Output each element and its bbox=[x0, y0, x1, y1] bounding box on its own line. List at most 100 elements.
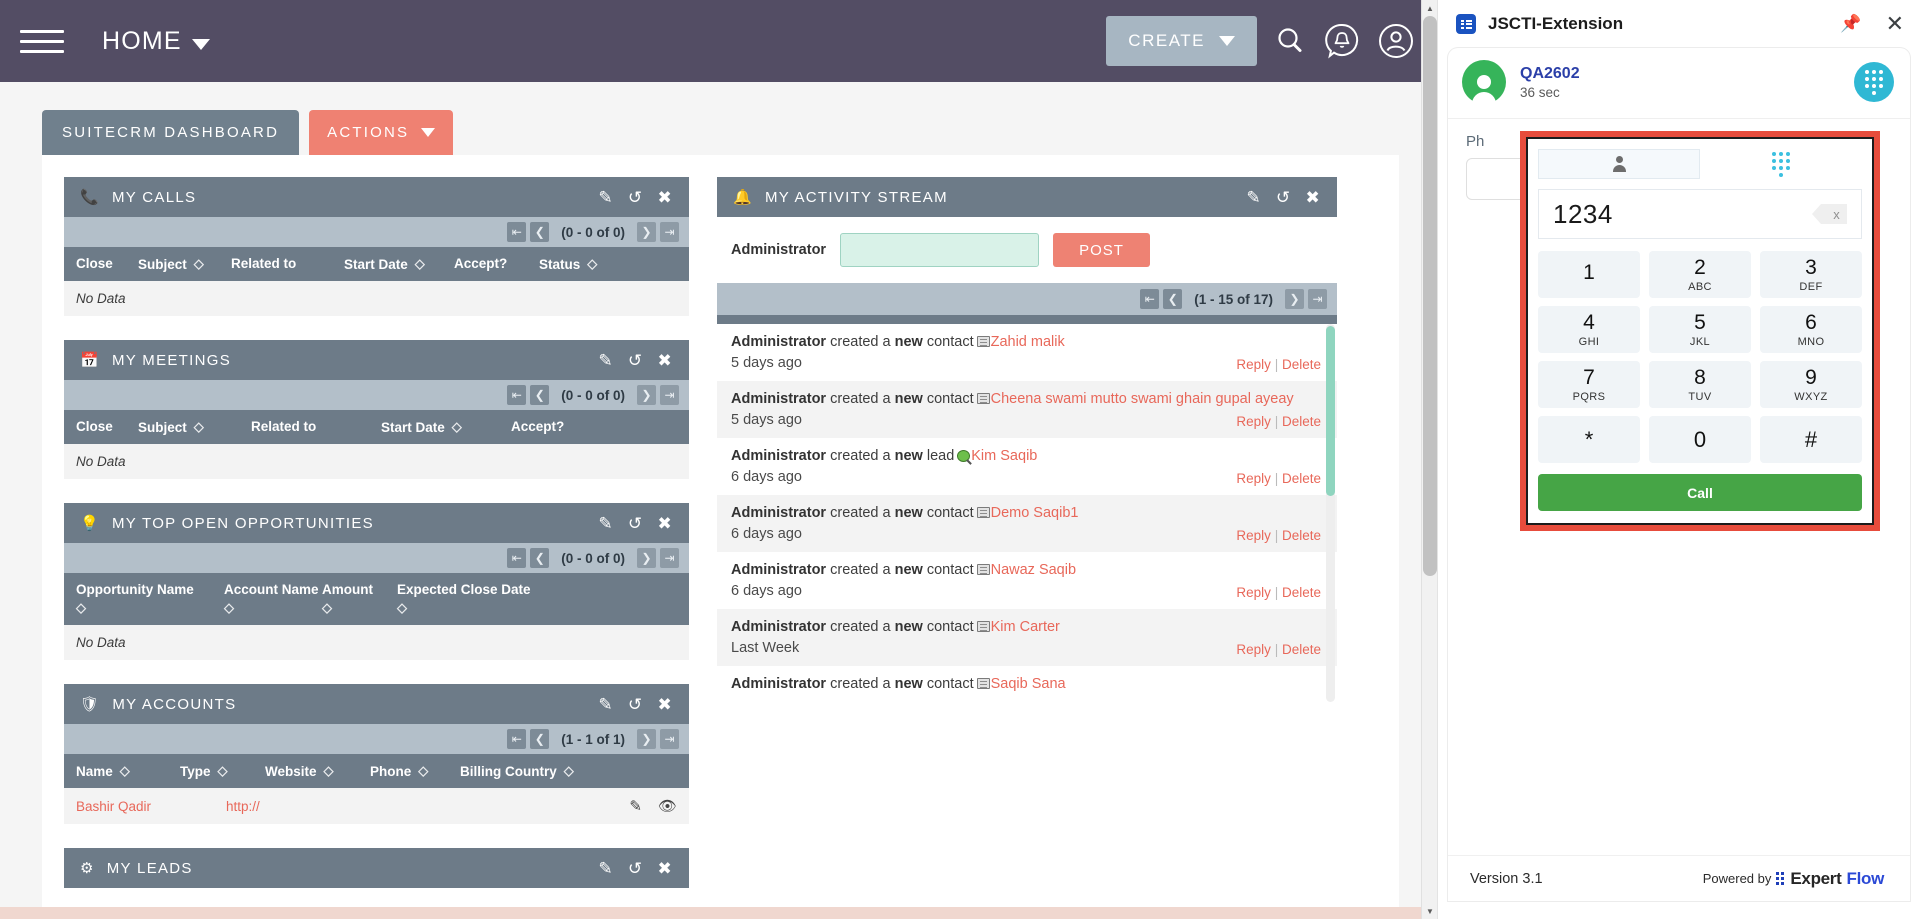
pager-prev-button[interactable]: ❮ bbox=[530, 385, 549, 405]
activity-record-link[interactable]: Kim Saqib bbox=[971, 448, 1037, 464]
scroll-down-arrow[interactable]: ▼ bbox=[1422, 903, 1437, 919]
dialpad-key-hash[interactable]: # bbox=[1760, 416, 1862, 463]
sort-icon[interactable]: ◇ bbox=[218, 763, 228, 779]
delete-link[interactable]: Delete bbox=[1282, 642, 1321, 657]
close-icon[interactable]: ✖ bbox=[657, 189, 673, 206]
pager-last-button[interactable]: ⇥ bbox=[660, 548, 679, 568]
pager-first-button[interactable]: ⇤ bbox=[507, 548, 526, 568]
pin-icon[interactable]: 📌 bbox=[1840, 14, 1861, 34]
pager-next-button[interactable]: ❯ bbox=[637, 548, 656, 568]
activity-record-link[interactable]: Saqib Sana bbox=[991, 676, 1066, 692]
dialpad-key-1[interactable]: 1 bbox=[1538, 251, 1640, 298]
pager-prev-button[interactable]: ❮ bbox=[530, 729, 549, 749]
reply-link[interactable]: Reply bbox=[1236, 642, 1271, 657]
pager-last-button[interactable]: ⇥ bbox=[660, 385, 679, 405]
scroll-up-arrow[interactable]: ▲ bbox=[1422, 0, 1437, 16]
pager-prev-button[interactable]: ❮ bbox=[1163, 289, 1182, 309]
pager-next-button[interactable]: ❯ bbox=[637, 385, 656, 405]
backspace-icon[interactable]: x bbox=[1817, 203, 1847, 225]
edit-icon[interactable]: ✎ bbox=[598, 515, 614, 532]
pager-first-button[interactable]: ⇤ bbox=[1140, 289, 1159, 309]
reply-link[interactable]: Reply bbox=[1236, 471, 1271, 486]
pager-first-button[interactable]: ⇤ bbox=[507, 729, 526, 749]
create-button[interactable]: CREATE bbox=[1106, 16, 1257, 66]
dialpad-key-9[interactable]: 9 WXYZ bbox=[1760, 361, 1862, 408]
module-menu-home[interactable]: HOME bbox=[102, 27, 210, 56]
close-icon[interactable]: ✖ bbox=[1305, 189, 1321, 206]
sort-icon[interactable]: ◇ bbox=[397, 600, 407, 616]
post-button[interactable]: POST bbox=[1053, 233, 1150, 267]
pager-last-button[interactable]: ⇥ bbox=[660, 222, 679, 242]
call-button[interactable]: Call bbox=[1538, 474, 1862, 511]
notification-bell-icon[interactable] bbox=[1323, 22, 1361, 60]
dialpad-key-4[interactable]: 4 GHI bbox=[1538, 306, 1640, 353]
caller-name[interactable]: QA2602 bbox=[1520, 65, 1840, 83]
sort-icon[interactable]: ◇ bbox=[224, 600, 322, 616]
activity-record-link[interactable]: Zahid malik bbox=[991, 334, 1065, 350]
scrollbar-thumb[interactable] bbox=[1423, 16, 1437, 576]
account-name-link[interactable]: Bashir Qadir bbox=[76, 799, 151, 814]
close-icon[interactable]: ✖ bbox=[657, 352, 673, 369]
column-header[interactable]: Amount bbox=[322, 582, 397, 597]
edit-icon[interactable]: ✎ bbox=[598, 189, 614, 206]
reply-link[interactable]: Reply bbox=[1236, 585, 1271, 600]
column-header[interactable]: Expected Close Date bbox=[397, 582, 531, 597]
tab-actions[interactable]: ACTIONS bbox=[309, 110, 453, 155]
sort-icon[interactable]: ◇ bbox=[194, 256, 204, 272]
edit-icon[interactable]: ✎ bbox=[598, 860, 614, 877]
edit-icon[interactable]: ✎ bbox=[598, 352, 614, 369]
activity-record-link[interactable]: Kim Carter bbox=[991, 619, 1060, 635]
activity-record-link[interactable]: Demo Saqib1 bbox=[991, 505, 1079, 521]
reply-link[interactable]: Reply bbox=[1236, 528, 1271, 543]
column-header[interactable]: Start Date bbox=[381, 420, 445, 435]
activity-post-input[interactable] bbox=[840, 233, 1039, 267]
close-icon[interactable]: ✖ bbox=[657, 515, 673, 532]
dialpad-key-8[interactable]: 8 TUV bbox=[1649, 361, 1751, 408]
pager-first-button[interactable]: ⇤ bbox=[507, 222, 526, 242]
column-header[interactable]: Billing Country bbox=[460, 764, 557, 779]
delete-link[interactable]: Delete bbox=[1282, 528, 1321, 543]
pager-next-button[interactable]: ❯ bbox=[637, 222, 656, 242]
refresh-icon[interactable]: ↺ bbox=[628, 860, 644, 877]
close-icon[interactable]: ✖ bbox=[657, 860, 673, 877]
activity-record-link[interactable]: Cheena swami mutto swami ghain gupal aye… bbox=[991, 391, 1294, 407]
column-header[interactable]: Account Name bbox=[224, 582, 322, 597]
column-header[interactable]: Status bbox=[539, 257, 580, 272]
column-header[interactable]: Start Date bbox=[344, 257, 408, 272]
sort-icon[interactable]: ◇ bbox=[418, 763, 428, 779]
pager-last-button[interactable]: ⇥ bbox=[660, 729, 679, 749]
dialpad-key-7[interactable]: 7 PQRS bbox=[1538, 361, 1640, 408]
sort-icon[interactable]: ◇ bbox=[120, 763, 130, 779]
tab-contacts[interactable] bbox=[1538, 149, 1700, 179]
close-icon[interactable]: ✕ bbox=[1886, 13, 1904, 35]
delete-link[interactable]: Delete bbox=[1282, 357, 1321, 372]
column-header[interactable]: Subject bbox=[138, 257, 187, 272]
dialpad-key-star[interactable]: * bbox=[1538, 416, 1640, 463]
delete-link[interactable]: Delete bbox=[1282, 585, 1321, 600]
sort-icon[interactable]: ◇ bbox=[415, 256, 425, 272]
tab-suitecrm-dashboard[interactable]: SUITECRM DASHBOARD bbox=[42, 110, 299, 155]
refresh-icon[interactable]: ↺ bbox=[628, 189, 644, 206]
reply-link[interactable]: Reply bbox=[1236, 357, 1271, 372]
dialpad-key-6[interactable]: 6 MNO bbox=[1760, 306, 1862, 353]
page-scrollbar[interactable]: ▲ ▼ bbox=[1421, 0, 1437, 919]
dialpad-key-3[interactable]: 3 DEF bbox=[1760, 251, 1862, 298]
sort-icon[interactable]: ◇ bbox=[587, 256, 597, 272]
sort-icon[interactable]: ◇ bbox=[76, 600, 224, 616]
dialpad-number-display[interactable]: 1234 x bbox=[1538, 189, 1862, 239]
delete-link[interactable]: Delete bbox=[1282, 471, 1321, 486]
hamburger-icon[interactable] bbox=[20, 21, 64, 61]
column-header[interactable]: Name bbox=[76, 764, 113, 779]
reply-link[interactable]: Reply bbox=[1236, 414, 1271, 429]
pager-next-button[interactable]: ❯ bbox=[637, 729, 656, 749]
pager-prev-button[interactable]: ❮ bbox=[530, 548, 549, 568]
view-icon[interactable]: 👁 bbox=[658, 797, 677, 815]
sort-icon[interactable]: ◇ bbox=[564, 763, 574, 779]
dialpad-key-0[interactable]: 0 bbox=[1649, 416, 1751, 463]
dialpad-key-2[interactable]: 2 ABC bbox=[1649, 251, 1751, 298]
refresh-icon[interactable]: ↺ bbox=[628, 696, 644, 713]
search-icon[interactable] bbox=[1273, 24, 1307, 58]
dialpad-key-5[interactable]: 5 JKL bbox=[1649, 306, 1751, 353]
pager-last-button[interactable]: ⇥ bbox=[1308, 289, 1327, 309]
activity-record-link[interactable]: Nawaz Saqib bbox=[991, 562, 1076, 578]
